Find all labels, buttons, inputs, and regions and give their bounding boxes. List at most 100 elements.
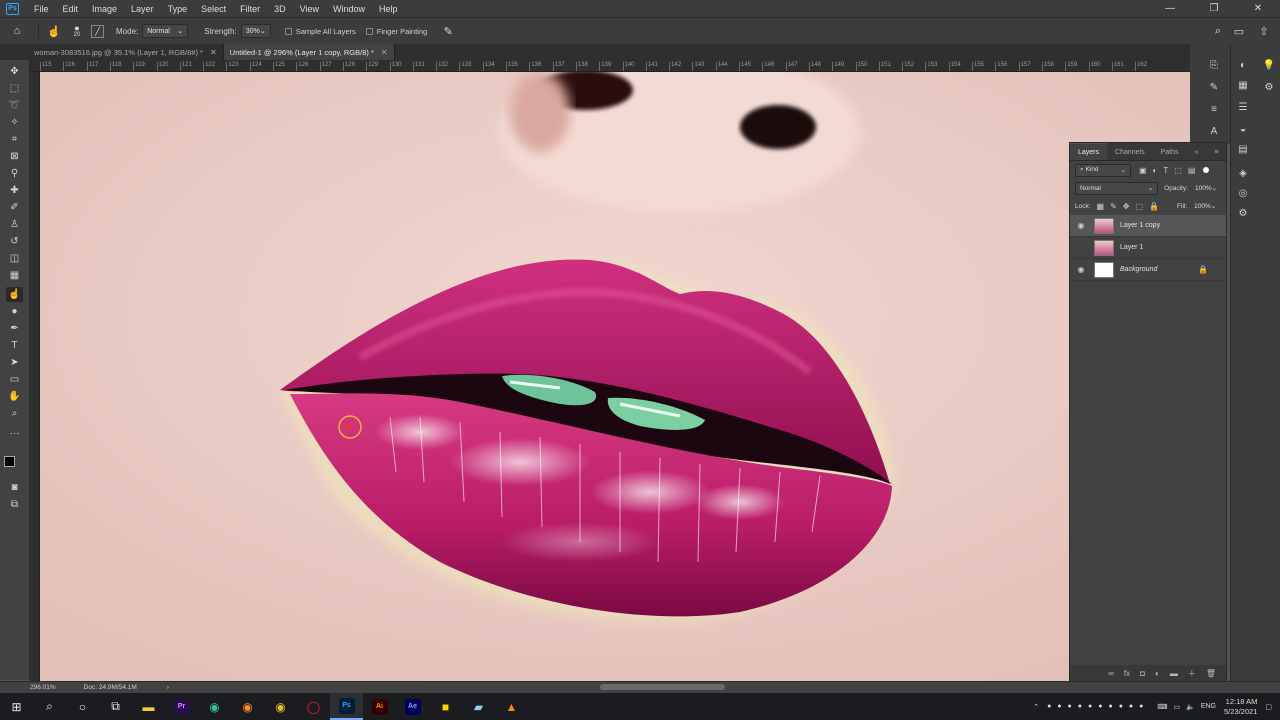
- history-brush-tool-icon[interactable]: ↺: [6, 234, 23, 249]
- patterns-icon[interactable]: ▤: [1235, 142, 1251, 156]
- crop-tool-icon[interactable]: ⌗: [6, 132, 23, 147]
- more-tools-icon[interactable]: ···: [6, 426, 23, 441]
- home-icon[interactable]: ⌂: [8, 22, 26, 40]
- stamp-tool-icon[interactable]: ♙: [6, 217, 23, 232]
- link-layers-icon[interactable]: ∞: [1108, 669, 1114, 678]
- eye-icon[interactable]: ◉: [1076, 265, 1086, 274]
- brush-tool-icon[interactable]: ✐: [6, 200, 23, 215]
- fx-icon[interactable]: fx: [1124, 669, 1130, 678]
- firefox-icon[interactable]: ◉: [231, 693, 264, 720]
- properties-icon[interactable]: ⚙: [1261, 80, 1277, 94]
- history-icon[interactable]: ⎘: [1206, 58, 1222, 72]
- tab-woman-jpg[interactable]: woman-3083516.jpg @ 35.1% (Layer 1, RGB/…: [0, 44, 224, 60]
- document-canvas[interactable]: [40, 72, 1190, 681]
- close-window-button[interactable]: ✕: [1236, 0, 1280, 17]
- new-layer-icon[interactable]: ＋: [1188, 668, 1196, 679]
- marquee-tool-icon[interactable]: ⬚: [6, 81, 23, 96]
- magic-wand-tool-icon[interactable]: ✧: [6, 115, 23, 130]
- eye-icon[interactable]: ◉: [1076, 221, 1086, 230]
- foreground-color-swatch[interactable]: [4, 456, 15, 467]
- menu-view[interactable]: View: [293, 4, 326, 14]
- brush-settings-icon[interactable]: ╱: [91, 24, 104, 38]
- tab-untitled-1[interactable]: Untitled-1 @ 296% (Layer 1 copy, RGB/8) …: [223, 44, 395, 60]
- layer-row-layer-1-copy[interactable]: ◉ Layer 1 copy: [1070, 215, 1226, 237]
- menu-edit[interactable]: Edit: [56, 4, 86, 14]
- frame-tool-icon[interactable]: ⊠: [6, 149, 23, 164]
- character-icon[interactable]: A: [1206, 124, 1222, 138]
- gradient-tool-icon[interactable]: ▦: [6, 268, 23, 283]
- maximize-button[interactable]: ❐: [1192, 0, 1236, 17]
- status-arrow-icon[interactable]: ›: [167, 684, 169, 691]
- color-icon[interactable]: ◐: [1235, 58, 1251, 72]
- edge-icon[interactable]: ◉: [198, 693, 231, 720]
- quick-mask-icon[interactable]: ◙: [6, 480, 23, 495]
- search-icon[interactable]: ⌕: [1209, 22, 1227, 40]
- menu-window[interactable]: Window: [326, 4, 372, 14]
- notifications-icon[interactable]: ▢: [1265, 703, 1272, 711]
- filter-toggle-icon[interactable]: [1203, 167, 1210, 173]
- mode-select[interactable]: Normal ⌄: [142, 24, 189, 38]
- start-icon[interactable]: ⊞: [0, 693, 33, 720]
- menu-3d[interactable]: 3D: [267, 4, 293, 14]
- smudge-tool-icon[interactable]: ☝: [6, 287, 23, 302]
- libraries-icon[interactable]: ☰: [1235, 100, 1251, 114]
- tab-channels[interactable]: Channels: [1107, 149, 1153, 160]
- move-tool-icon[interactable]: ✥: [6, 64, 23, 79]
- smudge-tool-preset-icon[interactable]: ☝: [45, 22, 63, 40]
- file-explorer-icon[interactable]: ▬: [132, 693, 165, 720]
- notepad-icon[interactable]: ▰: [462, 693, 495, 720]
- brush-size-picker[interactable]: ● 20: [69, 22, 85, 40]
- zoom-tool-icon[interactable]: ⌕: [6, 406, 23, 421]
- menu-layer[interactable]: Layer: [124, 4, 161, 14]
- screen-mode-icon[interactable]: ⧉: [6, 497, 23, 512]
- eraser-tool-icon[interactable]: ◫: [6, 251, 23, 266]
- filter-type-icons[interactable]: ▣◐T⬚▤: [1139, 166, 1201, 175]
- vlc-icon[interactable]: ▲: [495, 693, 528, 720]
- strength-input[interactable]: 30% ⌄: [240, 24, 271, 38]
- tab-paths[interactable]: Paths: [1153, 149, 1187, 160]
- sticky-notes-icon[interactable]: ■: [429, 693, 462, 720]
- menu-file[interactable]: File: [27, 4, 56, 14]
- opacity-input[interactable]: 100% ⌄: [1191, 182, 1221, 195]
- healing-brush-tool-icon[interactable]: ✚: [6, 183, 23, 198]
- tray-icons[interactable]: ●●●●●●●●●●: [1047, 703, 1149, 710]
- gradients-icon[interactable]: ◒: [1235, 122, 1251, 136]
- fill-input[interactable]: 100% ⌄: [1190, 200, 1220, 213]
- photoshop-app[interactable]: Ps: [330, 693, 363, 720]
- rectangle-tool-icon[interactable]: ▭: [6, 372, 23, 387]
- learn-icon[interactable]: 💡: [1261, 58, 1277, 72]
- horizontal-scrollbar[interactable]: [600, 684, 725, 690]
- network-icon[interactable]: ▭: [1173, 703, 1180, 711]
- channels-panel-icon[interactable]: ◎: [1235, 186, 1251, 200]
- collapse-icon[interactable]: »: [1187, 149, 1207, 160]
- kind-filter-select[interactable]: ⌕ Kind ⌄: [1075, 163, 1131, 177]
- minimize-button[interactable]: —: [1148, 0, 1192, 17]
- paths-panel-icon[interactable]: ⚙: [1235, 206, 1251, 220]
- type-tool-icon[interactable]: T: [6, 338, 23, 353]
- volume-icon[interactable]: 🔈: [1186, 703, 1195, 711]
- sample-all-layers-checkbox[interactable]: Sample All Layers: [284, 27, 356, 36]
- eyedropper-tool-icon[interactable]: ⚲: [6, 166, 23, 181]
- finger-painting-checkbox[interactable]: Finger Painting: [365, 27, 427, 36]
- tab-layers[interactable]: Layers: [1070, 143, 1108, 160]
- clock[interactable]: 12:18 AM 5/23/2021: [1224, 697, 1257, 717]
- search-icon[interactable]: ⌕: [33, 693, 66, 720]
- menu-filter[interactable]: Filter: [233, 4, 267, 14]
- pen-tool-icon[interactable]: ✒: [6, 321, 23, 336]
- adjustments-icon[interactable]: ≡: [1206, 102, 1222, 116]
- zoom-level[interactable]: 296.01%: [30, 684, 56, 691]
- layer-row-layer-1[interactable]: Layer 1: [1070, 237, 1226, 259]
- menu-select[interactable]: Select: [194, 4, 233, 14]
- illustrator-app[interactable]: Ai: [363, 693, 396, 720]
- blend-mode-select[interactable]: Normal ⌄: [1075, 181, 1159, 195]
- task-view-icon[interactable]: ⧉: [99, 693, 132, 720]
- adjustment-layer-icon[interactable]: ◐: [1155, 669, 1160, 678]
- language-indicator[interactable]: ENG: [1201, 703, 1216, 710]
- hand-tool-icon[interactable]: ✋: [6, 389, 23, 404]
- premiere-app[interactable]: Pr: [165, 693, 198, 720]
- menu-image[interactable]: Image: [85, 4, 124, 14]
- cortana-icon[interactable]: ○: [66, 693, 99, 720]
- lasso-tool-icon[interactable]: ➰: [6, 98, 23, 113]
- layer-row-background[interactable]: ◉ Background 🔒: [1070, 259, 1226, 281]
- lock-options-icons[interactable]: ▦✎✥⬚🔒: [1097, 202, 1165, 211]
